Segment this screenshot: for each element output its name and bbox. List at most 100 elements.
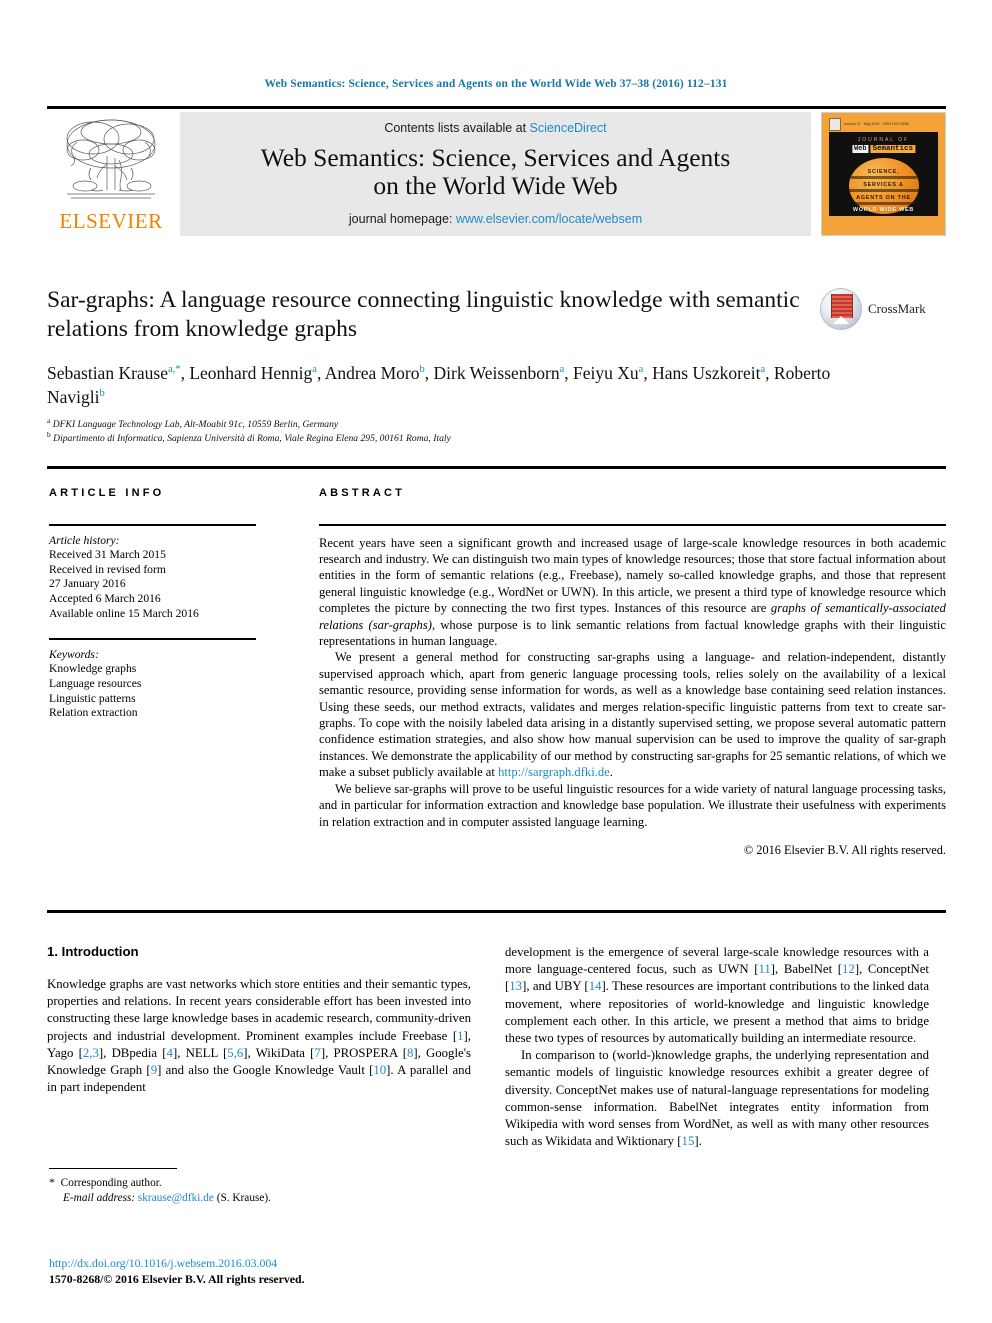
intro-paragraph-left-1: Knowledge graphs are vast networks which… — [47, 976, 471, 1096]
affiliation-a: a DFKI Language Technology Lab, Alt-Moab… — [47, 415, 946, 432]
abstract-label: ABSTRACT — [319, 487, 406, 499]
footnote-rule — [49, 1168, 177, 1170]
contents-prefix: Contents lists available at — [384, 121, 530, 135]
running-head: Web Semantics: Science, Services and Age… — [264, 78, 728, 90]
citation-5-6[interactable]: 5,6 — [227, 1046, 243, 1060]
affiliation-mark-b: b — [47, 429, 51, 439]
article-history-group: Article history: Received 31 March 2015 … — [49, 534, 256, 622]
affiliation-mark-a: a — [47, 415, 51, 425]
author-affmark-0: a,* — [168, 364, 181, 376]
citation-12[interactable]: 12 — [842, 962, 855, 976]
crossmark-icon — [820, 288, 862, 330]
crossmark-triangle-icon — [833, 316, 849, 324]
intro-left-part-2: ], NELL [ — [172, 1045, 228, 1060]
article-info-label: ARTICLE INFO — [49, 487, 165, 499]
journal-title: Web Semantics: Science, Services and Age… — [261, 144, 731, 200]
crossmark-book-icon — [831, 294, 853, 318]
elsevier-logo: ELSEVIER — [47, 112, 175, 236]
keyword-item-2: Linguistic patterns — [49, 691, 136, 705]
cover-journal-of: JOURNAL OF — [857, 137, 910, 143]
masthead-center-panel: Contents lists available at ScienceDirec… — [180, 112, 811, 236]
abstract-p2-b: . — [609, 765, 613, 780]
intro-left-part-3: ], WikiData [ — [243, 1045, 315, 1060]
cover-semantics-word: Semantics — [870, 145, 916, 153]
journal-cover-thumbnail: Volume 37 May 2016 ISSN 1570-8268 JOURNA… — [821, 112, 946, 236]
crossmark-badge[interactable]: CrossMark — [820, 286, 946, 332]
intro-left-part-1: ], DBpedia [ — [98, 1045, 167, 1060]
cover-top-item-0: Volume 37 — [844, 122, 861, 126]
cover-line-2: SERVICES & — [863, 182, 904, 188]
intro-left-part-6: ] and also the Google Knowledge Vault [ — [157, 1063, 374, 1078]
abstract-paragraph-2: We present a general method for construc… — [319, 649, 946, 780]
author-affmark-2: b — [419, 364, 425, 376]
journal-masthead: ELSEVIER Contents lists available at Sci… — [47, 106, 946, 237]
keyword-item-1: Language resources — [49, 676, 142, 690]
citation-15[interactable]: 15 — [682, 1134, 695, 1148]
affiliation-b-text: Dipartimento di Informatica, Sapienza Un… — [53, 433, 451, 444]
intro-paragraph-right-1: development is the emergence of several … — [505, 944, 929, 1047]
citation-13[interactable]: 13 — [509, 979, 522, 993]
homepage-prefix: journal homepage: — [348, 212, 456, 226]
journal-title-line2: on the World Wide Web — [373, 171, 618, 200]
journal-homepage-line: journal homepage: www.elsevier.com/locat… — [349, 212, 642, 226]
doi-block: http://dx.doi.org/10.1016/j.websem.2016.… — [49, 1256, 473, 1287]
keywords-group: Keywords: Knowledge graphs Language reso… — [49, 648, 256, 721]
sargraph-link[interactable]: http://sargraph.dfki.de — [498, 765, 610, 779]
intro-left-part-4: ], PROSPERA [ — [320, 1045, 407, 1060]
keywords-rule — [49, 638, 256, 640]
body-column-right: development is the emergence of several … — [505, 944, 929, 1150]
section-heading-introduction: 1. Introduction — [47, 944, 139, 959]
cover-elsevier-mark — [829, 117, 841, 131]
footnote-email-label: E-mail address: — [63, 1192, 136, 1205]
article-history-line-1: Received in revised form — [49, 562, 166, 576]
intro-right2-a: In comparison to (world-)knowledge graph… — [505, 1048, 929, 1149]
cover-line-4: WORLD WIDE WEB — [852, 207, 915, 213]
contents-list-line: Contents lists available at ScienceDirec… — [384, 121, 606, 135]
doi-link[interactable]: http://dx.doi.org/10.1016/j.websem.2016.… — [49, 1256, 473, 1272]
article-history-heading: Article history: — [49, 533, 120, 547]
citation-11[interactable]: 11 — [758, 962, 770, 976]
elsevier-wordmark: ELSEVIER — [59, 209, 163, 233]
footnote-email-line: E-mail address: skrause@dfki.de (S. Krau… — [49, 1191, 473, 1206]
keywords-heading: Keywords: — [49, 647, 99, 661]
author-affmark-3: a — [559, 364, 565, 376]
masthead-top-rule — [47, 106, 946, 109]
cover-stripe-1 — [850, 176, 917, 179]
cover-panel: JOURNAL OF Web Semantics SCIENCE, SERVIC… — [829, 132, 938, 216]
paper-page: Web Semantics: Science, Services and Age… — [0, 0, 992, 1323]
author-list: Sebastian Krausea,*, Leonhard Henniga, A… — [47, 363, 831, 407]
affiliation-list: a DFKI Language Technology Lab, Alt-Moab… — [47, 415, 946, 446]
abstract-paragraph-1: Recent years have seen a significant gro… — [319, 535, 946, 650]
footnote-email-suffix: (S. Krause). — [216, 1192, 271, 1205]
citation-14[interactable]: 14 — [589, 979, 602, 993]
cover-web-word: Web — [851, 145, 869, 153]
email-link[interactable]: skrause@dfki.de — [138, 1192, 214, 1204]
author-affmark-4: a — [638, 364, 644, 376]
footnote-block: * Corresponding author. E-mail address: … — [49, 1168, 473, 1206]
crossmark-label: CrossMark — [868, 301, 926, 316]
intro-paragraph-right-2: In comparison to (world-)knowledge graph… — [505, 1047, 929, 1150]
footnote-corresponding-text: Corresponding author. — [60, 1177, 162, 1190]
cover-stripe-3 — [851, 202, 916, 205]
abstract-p2-a: We present a general method for construc… — [319, 650, 946, 780]
cover-line-3: AGENTS ON THE — [856, 195, 911, 201]
journal-homepage-link[interactable]: www.elsevier.com/locate/websem — [456, 212, 642, 226]
abstract-column: Recent years have seen a significant gro… — [319, 524, 946, 858]
cover-wordmark: Web Semantics — [851, 145, 916, 153]
cover-stripe-2 — [848, 189, 919, 192]
citation-2-3[interactable]: 2,3 — [83, 1046, 99, 1060]
cover-line-1: SCIENCE, — [867, 169, 900, 175]
article-history-line-2: 27 January 2016 — [49, 577, 126, 591]
article-info-column: Article history: Received 31 March 2015 … — [49, 524, 256, 721]
citation-10[interactable]: 10 — [373, 1063, 386, 1077]
author-affmark-1: a — [312, 364, 317, 376]
affiliation-a-text: DFKI Language Technology Lab, Alt-Moabit… — [52, 419, 339, 430]
intro-right-part-0: ], BabelNet [ — [770, 962, 843, 977]
article-info-rule — [49, 524, 256, 526]
abstract-paragraph-3: We believe sar-graphs will prove to be u… — [319, 781, 946, 829]
author-affmark-5: a — [760, 364, 766, 376]
footnote-star-marker: * — [49, 1175, 55, 1190]
article-history-line-4: Available online 15 March 2016 — [49, 606, 199, 620]
sciencedirect-link[interactable]: ScienceDirect — [530, 121, 607, 135]
abstract-rule — [319, 524, 946, 526]
